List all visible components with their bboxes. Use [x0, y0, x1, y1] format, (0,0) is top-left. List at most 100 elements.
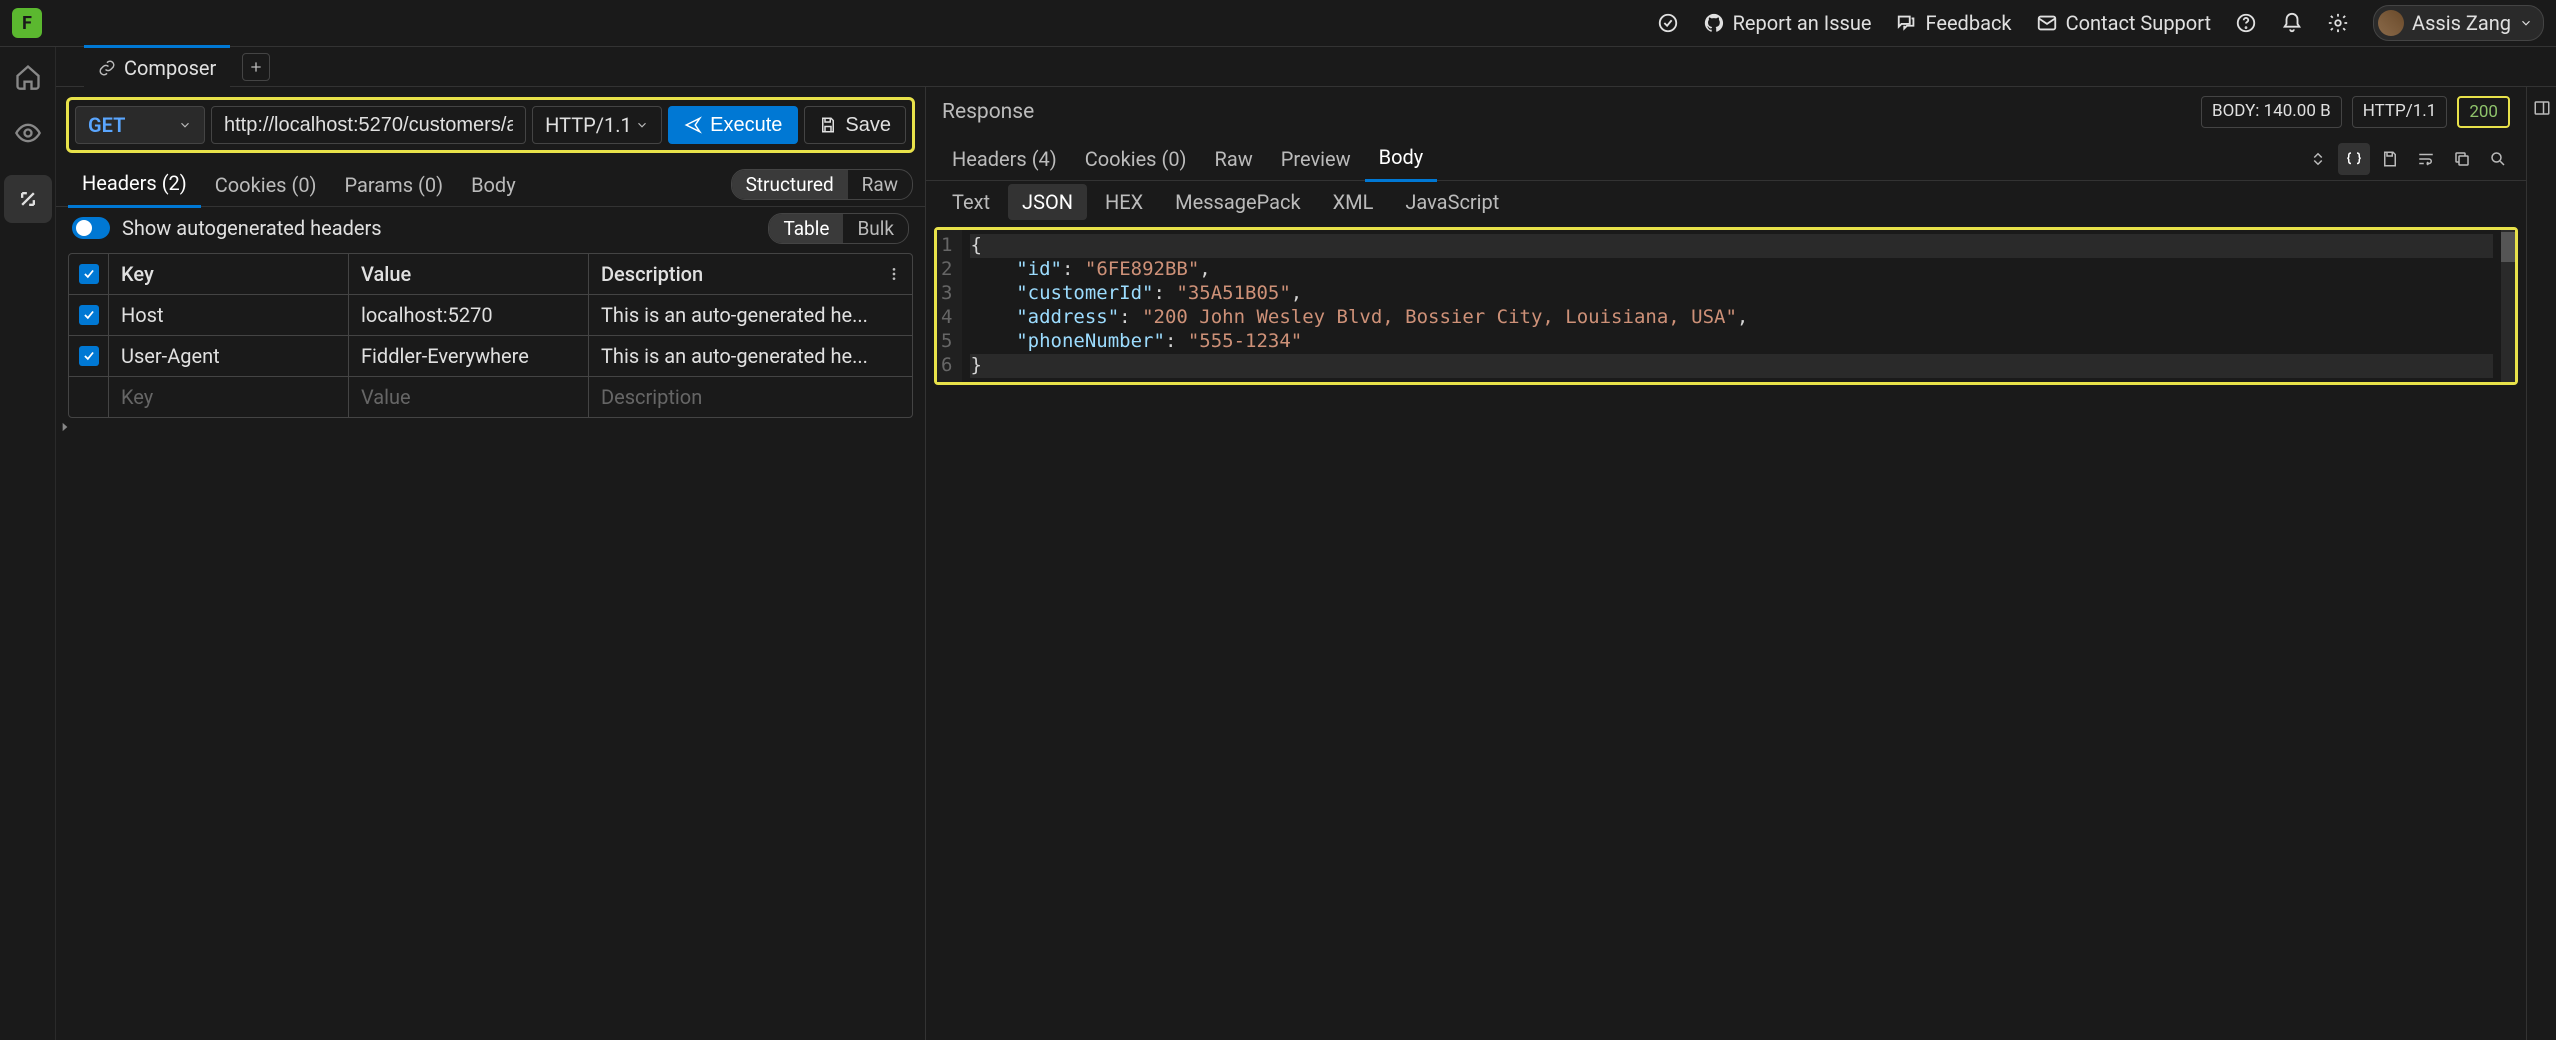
chevron-down-icon: [2519, 16, 2533, 30]
feedback-label: Feedback: [1926, 11, 2012, 35]
table-more-button[interactable]: [876, 254, 912, 294]
subtab-params[interactable]: Params (0): [331, 163, 458, 207]
header-key[interactable]: User-Agent: [109, 336, 349, 376]
titlebar: F Report an Issue Feedback Contact Suppo…: [0, 0, 2556, 47]
row-checkbox[interactable]: [79, 305, 99, 325]
col-description: Description: [589, 254, 876, 294]
settings-icon[interactable]: [2327, 12, 2349, 34]
header-desc[interactable]: This is an auto-generated he...: [589, 295, 912, 335]
structured-option[interactable]: Structured: [732, 170, 848, 199]
tab-composer[interactable]: Composer: [84, 45, 230, 88]
report-issue-label: Report an Issue: [1733, 11, 1872, 35]
chevron-down-icon: [178, 118, 192, 132]
view-mode-toggle: Structured Raw: [731, 169, 913, 200]
execute-label: Execute: [710, 114, 782, 137]
bulk-option[interactable]: Bulk: [843, 214, 908, 243]
raw-option[interactable]: Raw: [848, 170, 912, 199]
subtab-cookies[interactable]: Cookies (0): [201, 163, 331, 207]
resp-subtab-headers[interactable]: Headers (4): [938, 137, 1071, 181]
headers-table: Key Value Description Host localhost:527…: [68, 253, 913, 418]
header-value[interactable]: localhost:5270: [349, 295, 589, 335]
save-button[interactable]: Save: [804, 106, 906, 144]
wrap-icon[interactable]: [2410, 143, 2442, 175]
format-tabs: Text JSON HEX MessagePack XML JavaScript: [926, 181, 2526, 223]
fmt-hex[interactable]: HEX: [1091, 184, 1157, 220]
response-subtabs: Headers (4) Cookies (0) Raw Preview Body: [926, 137, 2526, 181]
scrollbar[interactable]: [2501, 230, 2515, 382]
subtab-body[interactable]: Body: [457, 163, 530, 207]
search-icon[interactable]: [2482, 143, 2514, 175]
report-issue-link[interactable]: Report an Issue: [1703, 11, 1872, 35]
header-desc[interactable]: This is an auto-generated he...: [589, 336, 912, 376]
contact-support-link[interactable]: Contact Support: [2036, 11, 2211, 35]
github-icon: [1703, 12, 1725, 34]
fmt-json[interactable]: JSON: [1008, 184, 1087, 220]
resp-subtab-raw[interactable]: Raw: [1201, 137, 1267, 181]
table-row: Host localhost:5270 This is an auto-gene…: [69, 295, 912, 336]
header-value-input[interactable]: Value: [349, 377, 589, 417]
fmt-xml[interactable]: XML: [1319, 184, 1388, 220]
add-tab-button[interactable]: [242, 53, 270, 81]
execute-button[interactable]: Execute: [668, 106, 798, 144]
notifications-icon[interactable]: [2281, 12, 2303, 34]
collapse-icon[interactable]: [2302, 143, 2334, 175]
request-subtabs: Headers (2) Cookies (0) Params (0) Body …: [56, 163, 925, 207]
resp-subtab-cookies[interactable]: Cookies (0): [1071, 137, 1201, 181]
feedback-link[interactable]: Feedback: [1896, 11, 2012, 35]
request-builder: GET HTTP/1.1 Execute: [66, 97, 915, 153]
copy-icon[interactable]: [2446, 143, 2478, 175]
request-pane: GET HTTP/1.1 Execute: [56, 87, 926, 1040]
tabbar: Composer: [56, 47, 2556, 87]
tab-label: Composer: [124, 56, 216, 80]
send-icon: [684, 116, 702, 134]
fmt-text[interactable]: Text: [938, 184, 1004, 220]
table-bulk-toggle: Table Bulk: [768, 213, 909, 244]
line-gutter: 1 2 3 4 5 6: [937, 230, 962, 382]
url-input[interactable]: [211, 106, 526, 144]
autogen-row: Show autogenerated headers Table Bulk: [56, 207, 925, 249]
response-title: Response: [942, 100, 1034, 124]
row-checkbox[interactable]: [79, 346, 99, 366]
json-code: { "id": "6FE892BB", "customerId": "35A51…: [962, 230, 2501, 382]
show-autogen-toggle[interactable]: [72, 217, 110, 239]
header-key-input[interactable]: Key: [109, 377, 349, 417]
right-panel-toggle[interactable]: [2526, 87, 2556, 1040]
protocol-badge: HTTP/1.1: [2352, 96, 2448, 128]
header-desc-input[interactable]: Description: [589, 377, 912, 417]
header-value[interactable]: Fiddler-Everywhere: [349, 336, 589, 376]
help-icon[interactable]: [2235, 12, 2257, 34]
body-size-badge: BODY: 140.00 B: [2201, 96, 2342, 128]
expand-rail-icon[interactable]: [58, 420, 72, 434]
json-editor[interactable]: 1 2 3 4 5 6 { "id": "6FE892BB", "custome…: [937, 230, 2515, 382]
status-badge: 200: [2457, 96, 2510, 128]
save-body-icon[interactable]: [2374, 143, 2406, 175]
fmt-msgpack[interactable]: MessagePack: [1161, 184, 1314, 220]
app-logo: F: [12, 8, 42, 38]
resp-subtab-body[interactable]: Body: [1365, 135, 1438, 182]
table-row-new: Key Value Description: [69, 377, 912, 417]
eye-icon[interactable]: [14, 119, 42, 147]
user-menu[interactable]: Assis Zang: [2373, 5, 2544, 41]
table-option[interactable]: Table: [769, 214, 843, 243]
home-icon[interactable]: [14, 63, 42, 91]
table-header-row: Key Value Description: [69, 254, 912, 295]
user-name-label: Assis Zang: [2412, 11, 2511, 35]
status-ok-icon[interactable]: [1657, 12, 1679, 34]
resp-subtab-preview[interactable]: Preview: [1267, 137, 1365, 181]
col-value: Value: [349, 254, 589, 294]
response-pane: Response BODY: 140.00 B HTTP/1.1 200 Hea…: [926, 87, 2526, 1040]
table-row: User-Agent Fiddler-Everywhere This is an…: [69, 336, 912, 377]
chevron-down-icon: [635, 118, 649, 132]
select-all-checkbox[interactable]: [79, 264, 99, 284]
left-rail: [0, 47, 56, 1040]
mail-icon: [2036, 12, 2058, 34]
composer-nav-icon[interactable]: [4, 175, 52, 223]
save-label: Save: [845, 114, 891, 137]
subtab-headers[interactable]: Headers (2): [68, 161, 201, 208]
fmt-js[interactable]: JavaScript: [1391, 184, 1513, 220]
header-key[interactable]: Host: [109, 295, 349, 335]
col-key: Key: [109, 254, 349, 294]
format-braces-icon[interactable]: [2338, 143, 2370, 175]
method-select[interactable]: GET: [75, 106, 205, 144]
protocol-select[interactable]: HTTP/1.1: [532, 106, 662, 144]
